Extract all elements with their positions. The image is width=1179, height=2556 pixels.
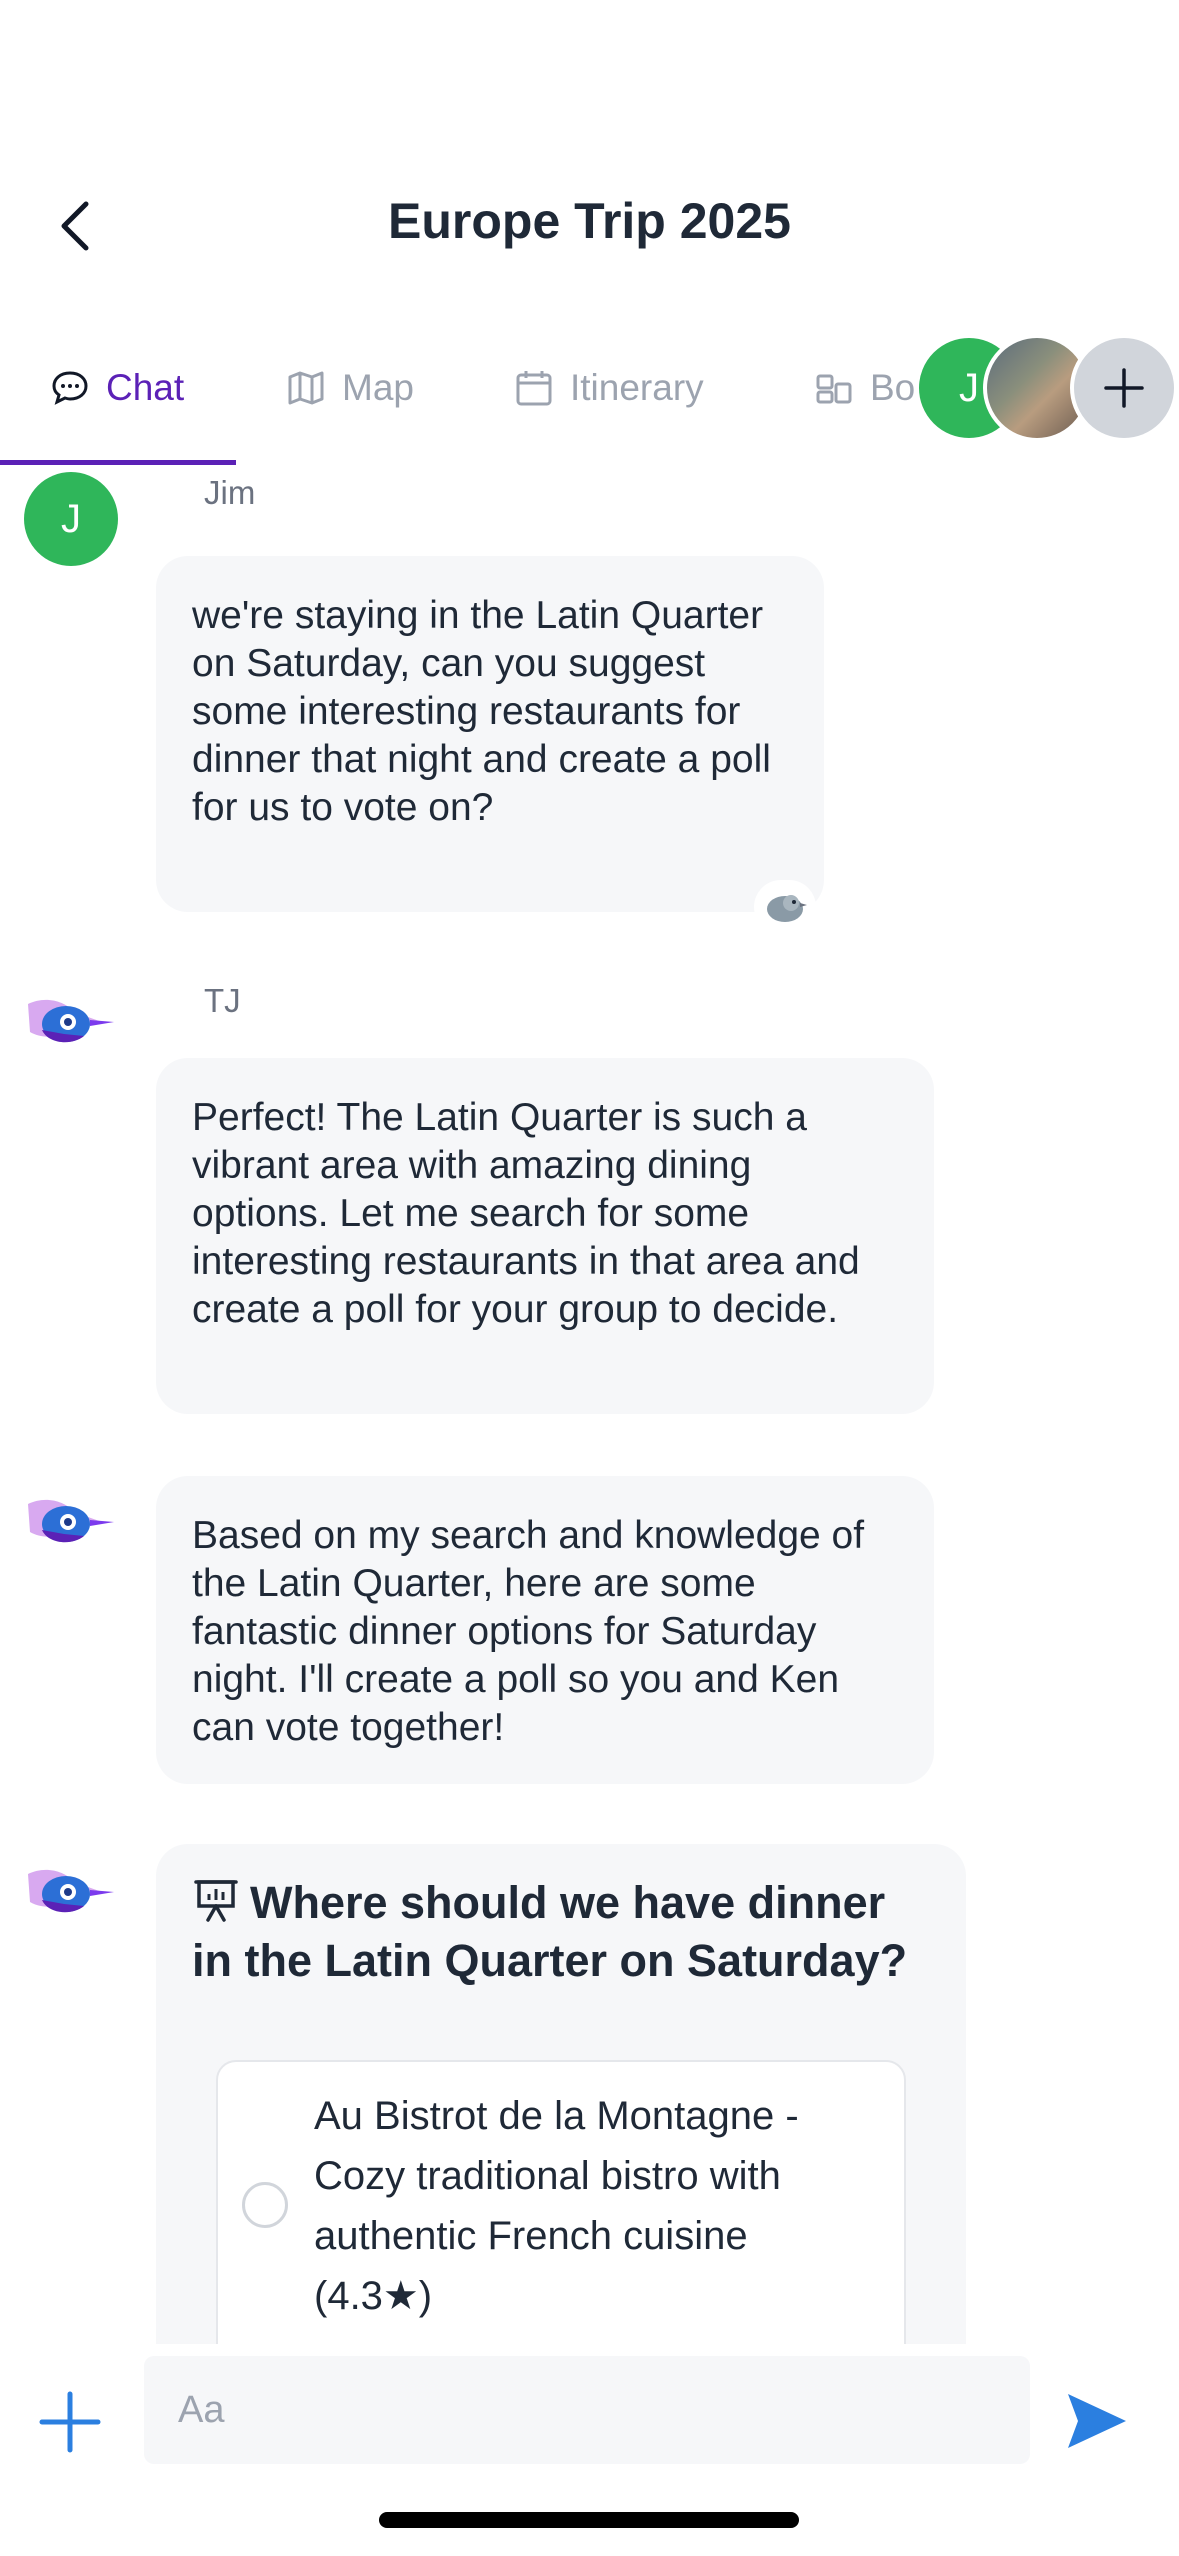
tab-itinerary-label: Itinerary: [570, 367, 704, 408]
send-icon[interactable]: [1064, 2388, 1130, 2454]
message-text: Perfect! The Latin Quarter is such a vib…: [192, 1096, 860, 1331]
message-bubble[interactable]: we're staying in the Latin Quarter on Sa…: [156, 556, 824, 912]
message-bubble[interactable]: Perfect! The Latin Quarter is such a vib…: [156, 1058, 934, 1414]
tab-chat-label: Chat: [106, 367, 185, 408]
poll-title: Where should we have dinner in the Latin…: [192, 1874, 932, 1990]
poll-title-text: Where should we have dinner in the Latin…: [192, 1877, 908, 1986]
bot-avatar-icon: [28, 1499, 114, 1543]
poll-option-label: Au Bistrot de la Montagne - Cozy traditi…: [314, 2094, 799, 2318]
chat-thread[interactable]: J Jim we're staying in the Latin Quarter…: [0, 464, 1179, 2344]
message-bubble[interactable]: Based on my search and knowledge of the …: [156, 1476, 934, 1784]
bot-avatar-icon: [28, 999, 114, 1043]
message-input[interactable]: Aa: [144, 2356, 1030, 2464]
poll-option-radio[interactable]: [242, 2182, 288, 2228]
tab-chat[interactable]: Chat: [50, 358, 184, 418]
message-text: Based on my search and knowledge of the …: [192, 1514, 865, 1749]
poll-card: Where should we have dinner in the Latin…: [156, 1844, 966, 2344]
bird-reaction-icon: [767, 895, 807, 922]
bot-avatar-icon: [28, 1869, 114, 1913]
chat-bubble-icon: [52, 371, 88, 405]
sender-name: TJ: [204, 982, 241, 1019]
presentation-chart-icon: [194, 1880, 238, 1922]
add-attachment-icon[interactable]: [38, 2390, 102, 2454]
tab-board-label: Bo: [870, 367, 916, 408]
calendar-icon: [516, 371, 552, 406]
message-text: we're staying in the Latin Quarter on Sa…: [192, 594, 771, 829]
avatar: J: [24, 472, 118, 566]
tab-map[interactable]: Map: [286, 358, 414, 418]
plus-icon: [1104, 368, 1144, 408]
tab-itinerary[interactable]: Itinerary: [514, 358, 704, 418]
message-input-placeholder: Aa: [178, 2388, 225, 2431]
message-reaction[interactable]: [754, 880, 816, 934]
home-indicator: [379, 2512, 799, 2528]
sender-name: Jim: [204, 474, 256, 511]
tab-board[interactable]: Bo: [814, 358, 915, 418]
page-title: Europe Trip 2025: [388, 193, 791, 249]
add-member-button[interactable]: [1070, 334, 1178, 442]
map-icon: [288, 371, 324, 405]
tab-map-label: Map: [342, 367, 414, 408]
board-icon: [816, 374, 852, 404]
poll-option[interactable]: Au Bistrot de la Montagne - Cozy traditi…: [216, 2060, 906, 2344]
header: Europe Trip 2025: [0, 0, 1179, 300]
